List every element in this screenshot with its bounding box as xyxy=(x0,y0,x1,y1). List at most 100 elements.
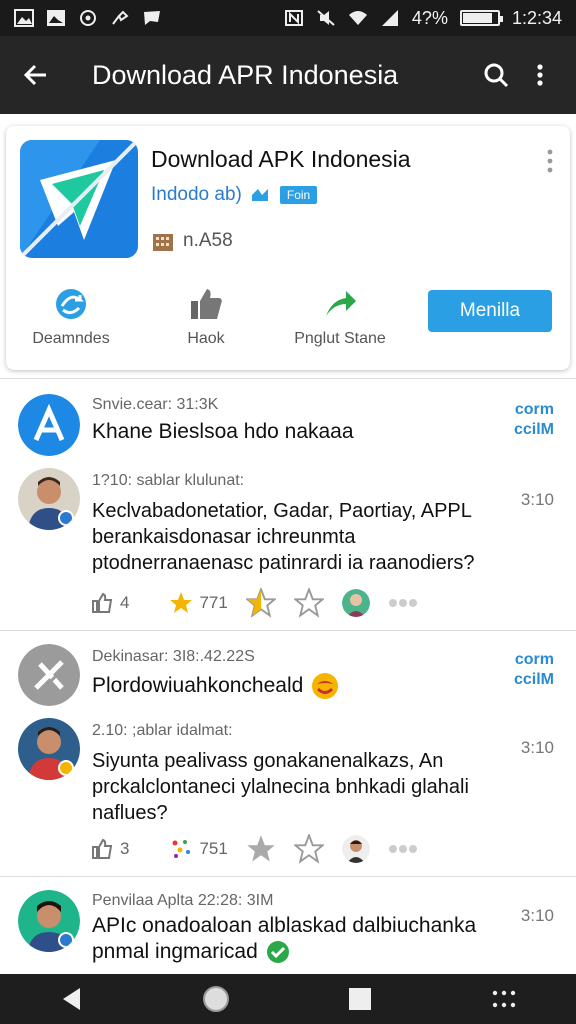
channel-tag: corm ccilM xyxy=(513,651,554,688)
app-developer[interactable]: Indodo ab) Foin xyxy=(151,184,318,206)
divider xyxy=(0,876,576,877)
gallery-icon xyxy=(46,9,66,27)
install-button[interactable]: Menilla xyxy=(428,290,552,332)
comments-stat[interactable]: 4 xyxy=(90,591,129,615)
divider xyxy=(0,378,576,379)
star-outline-icon[interactable] xyxy=(293,834,324,864)
star-outline-icon[interactable] xyxy=(293,588,324,618)
card-more-icon[interactable] xyxy=(544,148,556,174)
more-vert-icon xyxy=(537,64,543,86)
reply-meta: 2.10: ;ablar idalmat: xyxy=(92,722,233,739)
rating-stat[interactable]: 771 xyxy=(169,591,228,615)
battery-percent: 4?% xyxy=(411,7,448,28)
action-like[interactable]: Haok xyxy=(156,286,256,348)
back-button[interactable] xyxy=(14,53,58,97)
comments-stat[interactable]: 3 xyxy=(90,837,129,861)
action-share[interactable]: Deamndes xyxy=(16,286,126,348)
channel-heading[interactable]: Plordowiuahkoncheald xyxy=(92,672,339,700)
user-avatar[interactable] xyxy=(18,468,80,530)
sync-icon xyxy=(78,9,98,27)
mini-avatar-icon xyxy=(341,835,370,863)
reply-meta: 1?10: sablar klulunat: xyxy=(92,472,245,489)
channel-meta: Dekinasar: 3I8:.42.22S xyxy=(92,648,255,665)
mute-icon xyxy=(316,9,336,27)
channel-avatar[interactable] xyxy=(18,644,80,706)
star-grey-icon[interactable] xyxy=(246,834,276,864)
channel-heading[interactable]: Khane Bieslsoa hdo nakaaa xyxy=(92,420,354,444)
check-circle-icon xyxy=(266,941,289,963)
user-avatar[interactable] xyxy=(18,718,80,780)
search-icon xyxy=(484,63,509,88)
post-time: 3:10 xyxy=(520,906,554,925)
thumbs-up-icon xyxy=(191,289,222,319)
channel-avatar[interactable] xyxy=(18,394,80,456)
app-card: Download APK Indonesia Indodo ab) Foin n… xyxy=(6,126,570,370)
nav-home-icon[interactable] xyxy=(202,985,230,1013)
post-body: Keclvabadonetatior, Gadar, Paortiay, APP… xyxy=(92,500,475,574)
brush-icon xyxy=(110,9,130,27)
comments-count: 3 xyxy=(120,839,130,858)
mini-avatar-icon xyxy=(341,589,370,617)
status-time: 1:2:34 xyxy=(511,7,562,28)
building-icon xyxy=(153,234,173,251)
developer-badge: Foin xyxy=(279,186,318,204)
status-bar: 4?% 1:2:34 xyxy=(0,0,576,36)
image-icon xyxy=(14,9,34,27)
user-avatar[interactable] xyxy=(18,890,80,952)
nav-back-icon[interactable] xyxy=(58,985,86,1013)
user-photo-icon xyxy=(18,468,80,530)
comments-count: 4 xyxy=(120,593,130,612)
post-stats: 3 751 xyxy=(90,834,418,864)
nav-grid-icon[interactable] xyxy=(490,985,518,1013)
rating-stat[interactable]: 751 xyxy=(169,837,228,861)
user-photo-icon xyxy=(18,890,80,952)
rating-count: 751 xyxy=(199,839,228,858)
app-title: Download APK Indonesia xyxy=(151,146,411,172)
star-half-icon[interactable] xyxy=(245,588,276,618)
app-bar: Download APR Indonesia xyxy=(0,36,576,114)
wifi-icon xyxy=(348,9,368,27)
forward-arrow-icon xyxy=(326,291,356,316)
post-card-2[interactable]: Dekinasar: 3I8:.42.22S Plordowiuahkonche… xyxy=(0,636,576,872)
channel-heading-text: Plordowiuahkoncheald xyxy=(92,674,304,697)
action-forward-label: Pnglut Stane xyxy=(294,330,386,347)
post-body: Siyunta pealivass gonakanenalkazs, An pr… xyxy=(92,750,469,824)
channel-heading-line-2[interactable]: pnmal ingmaricad xyxy=(92,940,290,964)
channel-meta: Penvilaa Aplta 22:28: 3IM xyxy=(92,892,274,909)
brand-a-icon xyxy=(18,394,80,456)
app-logo-icon xyxy=(20,140,138,258)
share-icon xyxy=(56,289,86,319)
post-card-3[interactable]: Penvilaa Aplta 22:28: 3IM 3:10 APIc onad… xyxy=(0,882,576,974)
rating-count: 771 xyxy=(199,593,228,612)
post-card-1[interactable]: Snvie.cear: 31:3K Khane Bieslsoa hdo nak… xyxy=(0,386,576,626)
app-size-label: n.A58 xyxy=(183,230,233,251)
battery-level xyxy=(462,13,492,23)
app-logo[interactable] xyxy=(20,140,138,258)
action-forward[interactable]: Pnglut Stane xyxy=(278,286,402,348)
like-outline-icon xyxy=(92,838,113,859)
channel-heading[interactable]: APIc onadoaloan alblaskad dalbiuchanka xyxy=(92,914,476,938)
divider xyxy=(0,630,576,631)
mini-avatar[interactable] xyxy=(341,589,370,617)
overflow-dots-icon[interactable] xyxy=(388,596,418,610)
page-title: Download APR Indonesia xyxy=(92,59,399,90)
battery-icon xyxy=(459,10,503,26)
action-share-label: Deamndes xyxy=(32,330,110,347)
app-size: n.A58 xyxy=(151,230,233,252)
channel-meta: Snvie.cear: 31:3K xyxy=(92,396,219,413)
nav-recents-icon[interactable] xyxy=(346,985,374,1013)
developer-name: Indodo ab) xyxy=(151,184,242,205)
post-stats: 4 771 xyxy=(90,588,418,618)
chat-icon xyxy=(142,9,162,27)
search-button[interactable] xyxy=(474,53,518,97)
status-right-icons: 4?% 1:2:34 xyxy=(284,8,562,29)
system-nav-bar xyxy=(0,974,576,1024)
post-time: 3:10 xyxy=(520,738,554,757)
mini-avatar[interactable] xyxy=(341,835,370,863)
overflow-menu-button[interactable] xyxy=(518,53,562,97)
star-filled-icon xyxy=(170,592,193,613)
brand-x-icon xyxy=(18,644,80,706)
back-arrow-icon xyxy=(23,64,46,86)
overflow-dots-icon[interactable] xyxy=(388,842,418,856)
app-actions: Deamndes Haok Pnglut Stane Menilla xyxy=(16,286,560,356)
